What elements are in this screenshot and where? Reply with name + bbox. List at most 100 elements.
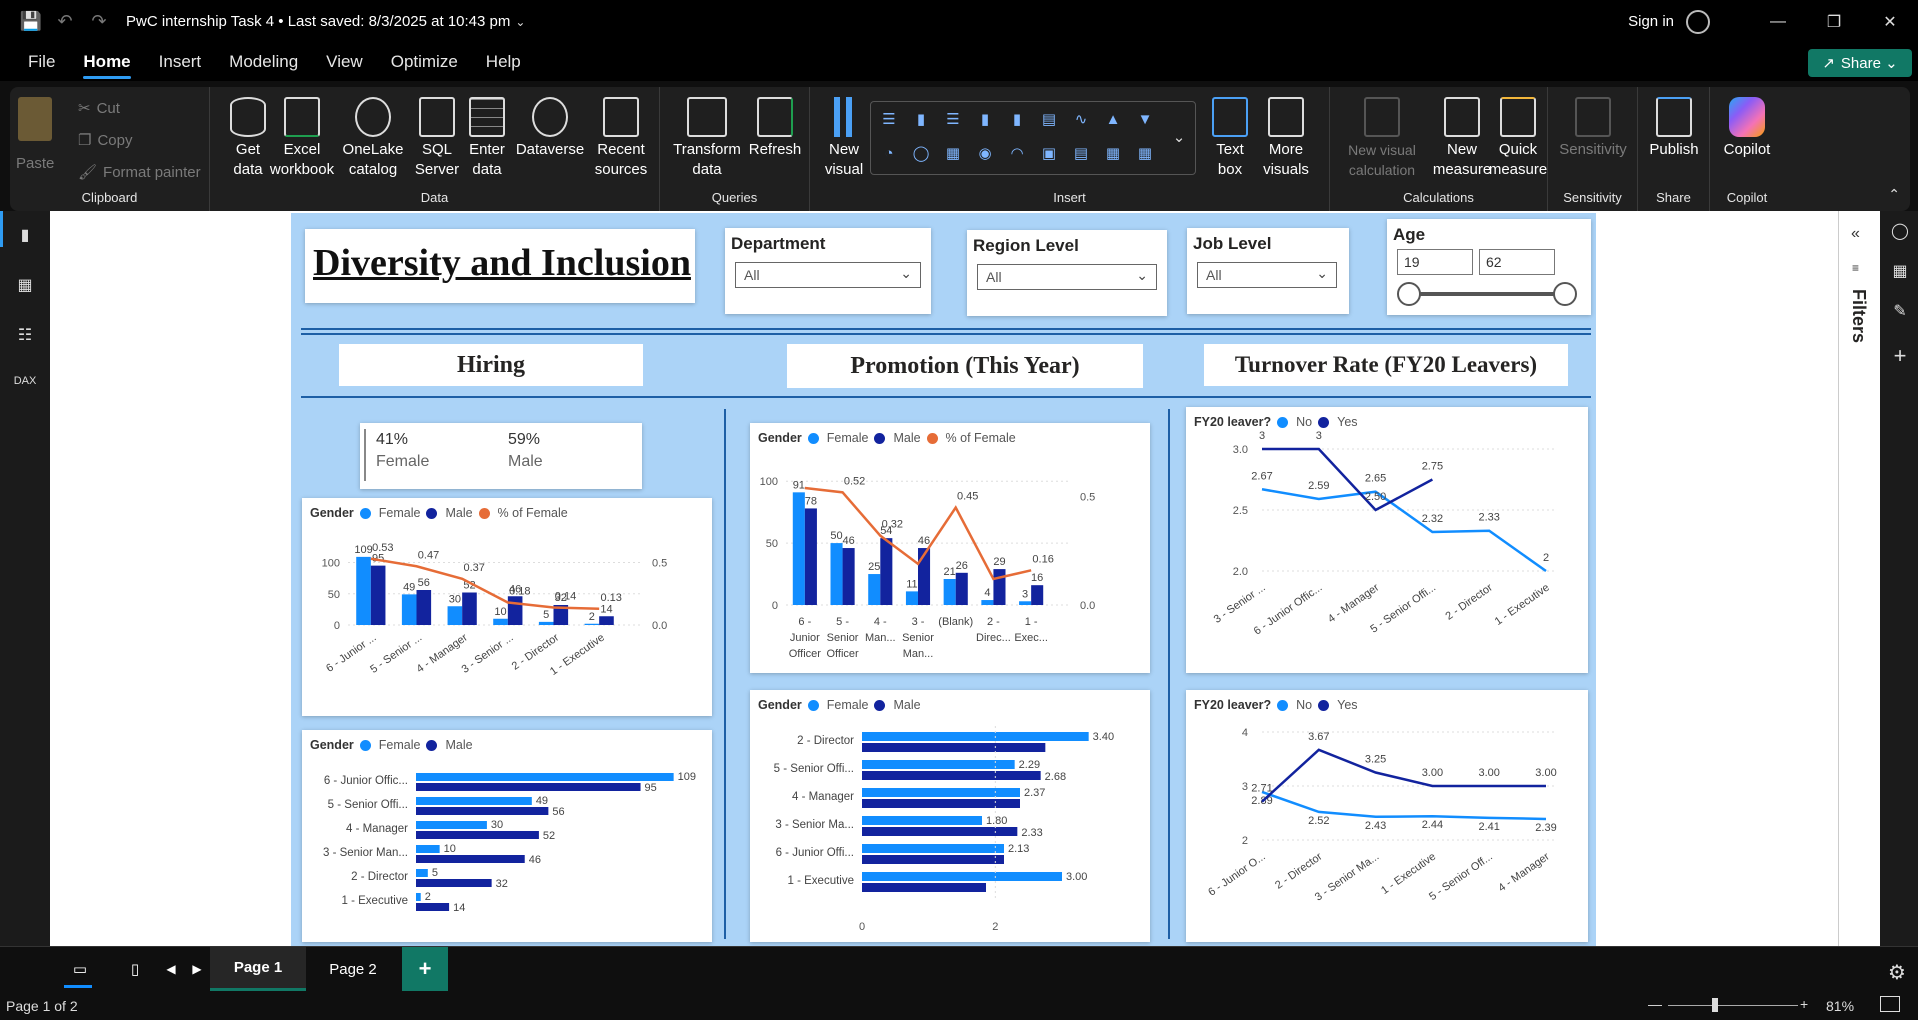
stacked-column-icon[interactable]: ▮ <box>911 110 931 130</box>
undo-icon[interactable]: ↶ <box>48 0 82 43</box>
age-slider-min-handle[interactable] <box>1397 282 1421 306</box>
enter-data-button[interactable]: Enter data <box>465 97 509 180</box>
hiring-bar-chart[interactable]: Gender Female Male 6 - Junior Offic... 109 9… <box>302 730 712 942</box>
paste-button[interactable]: Paste <box>16 97 54 174</box>
cut-button[interactable]: ✂ Cut <box>78 99 120 118</box>
card-icon[interactable]: ▣ <box>1039 144 1059 164</box>
transform-data-button[interactable]: Transform data <box>672 97 742 180</box>
treemap-icon[interactable]: ▦ <box>943 144 963 164</box>
sensitivity-button[interactable]: Sensitivity <box>1554 97 1632 160</box>
settings-gear-icon[interactable]: ⚙ <box>1888 960 1906 985</box>
zoom-in-icon[interactable]: + <box>1800 996 1808 1012</box>
share-button[interactable]: ↗ Share ⌄ <box>1808 49 1912 77</box>
new-visual-button[interactable]: New visual <box>822 97 866 180</box>
map-icon[interactable]: ◉ <box>975 144 995 164</box>
menu-modeling[interactable]: Modeling <box>215 43 312 81</box>
avatar[interactable] <box>1686 9 1710 34</box>
add-pane-icon[interactable]: + <box>1888 343 1912 368</box>
gauge-icon[interactable]: ◠ <box>1007 144 1027 164</box>
table-visual-icon[interactable]: ▦ <box>1103 144 1123 164</box>
page-tab-1[interactable]: Page 1 <box>210 947 306 991</box>
filters-pane-collapsed[interactable]: « ≡ Filters <box>1838 211 1880 946</box>
table-view-icon[interactable]: ▦ <box>13 275 37 295</box>
ribbon-chart-icon[interactable]: ▤ <box>1039 110 1059 130</box>
dax-query-view-icon[interactable]: DAX <box>13 375 37 395</box>
excel-workbook-button[interactable]: Excel workbook <box>270 97 334 180</box>
chevron-down-icon[interactable]: ⌄ <box>510 0 530 43</box>
department-dropdown[interactable]: All ⌄ <box>735 262 921 288</box>
gallery-expand-icon[interactable]: ⌄ <box>1169 128 1189 148</box>
mobile-layout-icon[interactable]: ▯ <box>120 947 150 991</box>
new-visual-calculation-button[interactable]: New visual calculation <box>1334 97 1430 180</box>
expand-pane-icon[interactable]: « <box>1851 225 1860 243</box>
turnover-line-chart-2[interactable]: FY20 leaver? No Yes 2 3 4 2.89 2.52 2.43 2.44 2.4… <box>1186 690 1588 942</box>
promotion-combo-chart[interactable]: Gender Female Male% of Female 0 50 100 0.0 0.5… <box>750 423 1150 673</box>
filters-pane-label[interactable]: Filters <box>1848 289 1869 343</box>
format-painter-button[interactable]: 🖌 Format painter <box>78 163 201 182</box>
column-chart-icon[interactable]: ▮ <box>1007 110 1027 130</box>
visual-gallery[interactable]: ☰ ▮ ☰ ▮ ▮ ▤ ∿ ▲ ▼ ◔ ◯ ▦ ◉ ◠ ▣ ▤ ▦ ▦ ⌄ <box>870 101 1196 175</box>
menu-view[interactable]: View <box>312 43 377 81</box>
region-dropdown[interactable]: All ⌄ <box>977 264 1157 290</box>
data-pane-icon[interactable]: ◯ <box>1888 221 1912 241</box>
collapse-ribbon-icon[interactable]: ⌃ <box>1888 186 1900 203</box>
area-chart-icon[interactable]: ▲ <box>1103 110 1123 130</box>
add-page-button[interactable]: + <box>402 947 448 991</box>
format-visual-icon[interactable]: ✎ <box>1888 301 1912 321</box>
multirow-card-icon[interactable]: ▤ <box>1071 144 1091 164</box>
promotion-bar-chart[interactable]: Gender Female Male 2 - Director 3.40 5 - Sen… <box>750 690 1150 942</box>
age-slider-max-handle[interactable] <box>1553 282 1577 306</box>
dataverse-button[interactable]: Dataverse <box>515 97 585 160</box>
line-chart-icon[interactable]: ∿ <box>1071 110 1091 130</box>
more-visuals-button[interactable]: More visuals <box>1256 97 1316 180</box>
report-view-icon[interactable]: ▮ <box>13 225 37 245</box>
age-max-input[interactable]: 62 <box>1479 249 1555 275</box>
matrix-icon[interactable]: ▦ <box>1135 144 1155 164</box>
model-view-icon[interactable]: ☷ <box>13 325 37 345</box>
funnel-icon[interactable]: ▼ <box>1135 110 1155 130</box>
zoom-out-icon[interactable]: — <box>1648 996 1662 1012</box>
sql-server-button[interactable]: SQL Server <box>415 97 459 180</box>
menu-home[interactable]: Home <box>69 43 144 81</box>
text-box-button[interactable]: Text box <box>1208 97 1252 180</box>
age-slider-track[interactable] <box>1411 292 1565 296</box>
page-tab-2[interactable]: Page 2 <box>310 947 396 991</box>
stacked-bar-icon[interactable]: ☰ <box>879 110 899 130</box>
onelake-catalog-button[interactable]: OneLake catalog <box>338 97 408 180</box>
zoom-slider-handle[interactable] <box>1712 998 1718 1012</box>
department-value: All <box>744 267 760 283</box>
redo-icon[interactable]: ↷ <box>82 0 116 43</box>
quick-measure-button[interactable]: Quick measure <box>1489 97 1547 180</box>
menu-optimize[interactable]: Optimize <box>377 43 472 81</box>
zoom-slider[interactable] <box>1668 1005 1798 1006</box>
recent-sources-button[interactable]: Recent sources <box>588 97 654 180</box>
save-icon[interactable]: 💾 <box>14 0 48 43</box>
menu-help[interactable]: Help <box>472 43 535 81</box>
restore-button[interactable]: ❐ <box>1806 0 1862 43</box>
minimize-button[interactable]: — <box>1750 0 1806 43</box>
turnover-line-chart-1[interactable]: FY20 leaver? No Yes 2.0 2.5 3.0 2.67 2.59 2.65 2… <box>1186 407 1588 673</box>
clustered-column-icon[interactable]: ▮ <box>975 110 995 130</box>
get-data-button[interactable]: Get data <box>226 97 270 180</box>
more-visuals-label: More visuals <box>1263 141 1309 178</box>
copilot-button[interactable]: Copilot <box>1716 97 1778 160</box>
next-page-icon[interactable]: ▶ <box>188 947 206 991</box>
clustered-bar-icon[interactable]: ☰ <box>943 110 963 130</box>
copy-button[interactable]: ❐ Copy <box>78 131 132 150</box>
fit-to-page-icon[interactable] <box>1880 996 1900 1012</box>
refresh-button[interactable]: Refresh <box>749 97 801 160</box>
menu-insert[interactable]: Insert <box>145 43 216 81</box>
pie-chart-icon[interactable]: ◔ <box>879 144 899 164</box>
donut-chart-icon[interactable]: ◯ <box>911 144 931 164</box>
hiring-combo-chart[interactable]: Gender Female Male% of Female 0 50 100 0.0 0.5… <box>302 498 712 716</box>
document-title[interactable]: PwC internship Task 4 • Last saved: 8/3/… <box>126 13 510 30</box>
close-button[interactable]: ✕ <box>1862 0 1918 43</box>
sign-in-link[interactable]: Sign in <box>1628 13 1674 30</box>
publish-button[interactable]: Publish <box>1644 97 1704 160</box>
menu-file[interactable]: File <box>14 43 69 81</box>
prev-page-icon[interactable]: ◀ <box>162 947 180 991</box>
build-visual-icon[interactable]: ▦ <box>1888 261 1912 281</box>
new-measure-button[interactable]: New measure <box>1433 97 1491 180</box>
job-level-dropdown[interactable]: All ⌄ <box>1197 262 1337 288</box>
age-min-input[interactable]: 19 <box>1397 249 1473 275</box>
